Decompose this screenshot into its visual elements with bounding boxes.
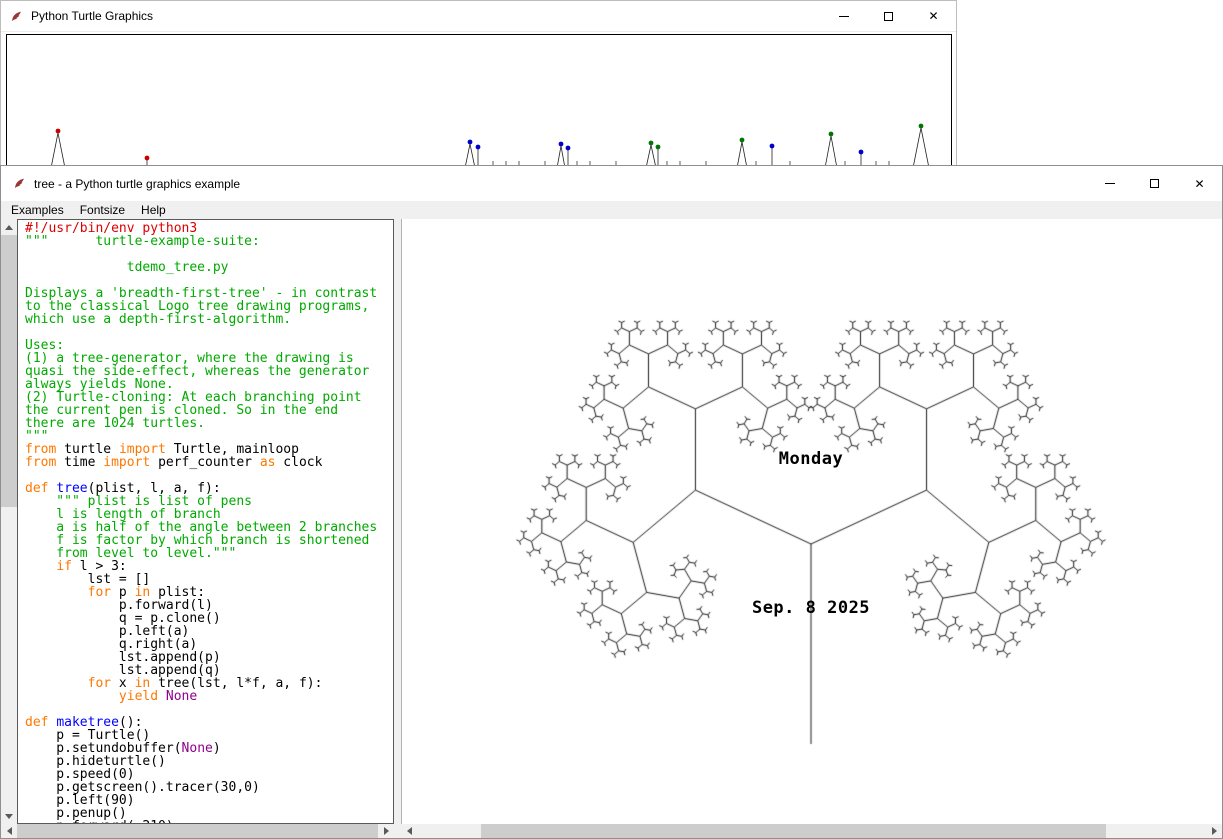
code-area[interactable]: #!/usr/bin/env python3""" turtle-example… <box>17 219 394 824</box>
window-title: Python Turtle Graphics <box>31 9 153 23</box>
drawing-pane: Monday Sep. 8 2025 <box>401 219 1222 824</box>
scroll-right-arrow[interactable] <box>378 824 394 838</box>
horizontal-scrollbar-thumb[interactable] <box>17 824 378 838</box>
scroll-up-arrow[interactable] <box>1 219 17 235</box>
scroll-down-arrow[interactable] <box>1 808 17 824</box>
minimize-icon <box>839 16 849 17</box>
close-button[interactable]: ✕ <box>911 1 956 31</box>
minimize-button[interactable] <box>821 1 866 31</box>
code-line <box>25 326 393 339</box>
tk-feather-icon <box>10 10 23 23</box>
code-line: which use a depth-first-algorithm. <box>25 313 393 326</box>
code-line: """ turtle-example-suite: <box>25 235 393 248</box>
code-line: tdemo_tree.py <box>25 261 393 274</box>
maximize-icon <box>884 12 893 21</box>
code-line: yield None <box>25 690 393 703</box>
content-area: #!/usr/bin/env python3""" turtle-example… <box>1 219 1222 838</box>
code-vertical-scrollbar[interactable] <box>1 219 17 824</box>
tree-demo-titlebar[interactable]: tree - a Python turtle graphics example … <box>1 166 1222 201</box>
maximize-icon <box>1150 179 1159 188</box>
caption-buttons: ✕ <box>1087 166 1222 201</box>
turtle-canvas <box>402 219 1222 824</box>
close-icon: ✕ <box>1194 178 1204 190</box>
caption-buttons: ✕ <box>821 1 956 31</box>
canvas-horizontal-scrollbar[interactable] <box>401 824 1222 838</box>
menu-help[interactable]: Help <box>133 202 174 218</box>
turtle-graphics-titlebar[interactable]: Python Turtle Graphics ✕ <box>1 1 956 32</box>
menu-examples[interactable]: Examples <box>3 202 72 218</box>
date-label: Sep. 8 2025 <box>752 598 870 618</box>
vertical-scrollbar-thumb[interactable] <box>1 235 17 507</box>
tk-feather-icon <box>13 177 26 190</box>
maximize-button[interactable] <box>866 1 911 31</box>
window-title: tree - a Python turtle graphics example <box>34 177 240 191</box>
desktop: Python Turtle Graphics ✕ tree - a Python… <box>0 0 1223 839</box>
minimize-icon <box>1105 183 1115 184</box>
forest-svg <box>7 35 951 185</box>
menubar: Examples Fontsize Help <box>1 201 1222 219</box>
code-line: from time import perf_counter as clock <box>25 456 393 469</box>
scroll-left-arrow[interactable] <box>401 824 417 838</box>
scroll-right-arrow[interactable] <box>1206 824 1222 838</box>
scroll-left-arrow[interactable] <box>1 824 17 838</box>
menu-fontsize[interactable]: Fontsize <box>72 202 133 218</box>
code-horizontal-scrollbar[interactable] <box>1 824 394 838</box>
tree-demo-window: tree - a Python turtle graphics example … <box>0 165 1223 839</box>
close-button[interactable]: ✕ <box>1177 166 1222 201</box>
maximize-button[interactable] <box>1132 166 1177 201</box>
minimize-button[interactable] <box>1087 166 1132 201</box>
weekday-label: Monday <box>779 449 843 469</box>
horizontal-scrollbar-thumb[interactable] <box>481 824 1106 838</box>
code-line: there are 1024 turtles. <box>25 417 393 430</box>
code-pane: #!/usr/bin/env python3""" turtle-example… <box>1 219 394 824</box>
close-icon: ✕ <box>928 10 938 22</box>
